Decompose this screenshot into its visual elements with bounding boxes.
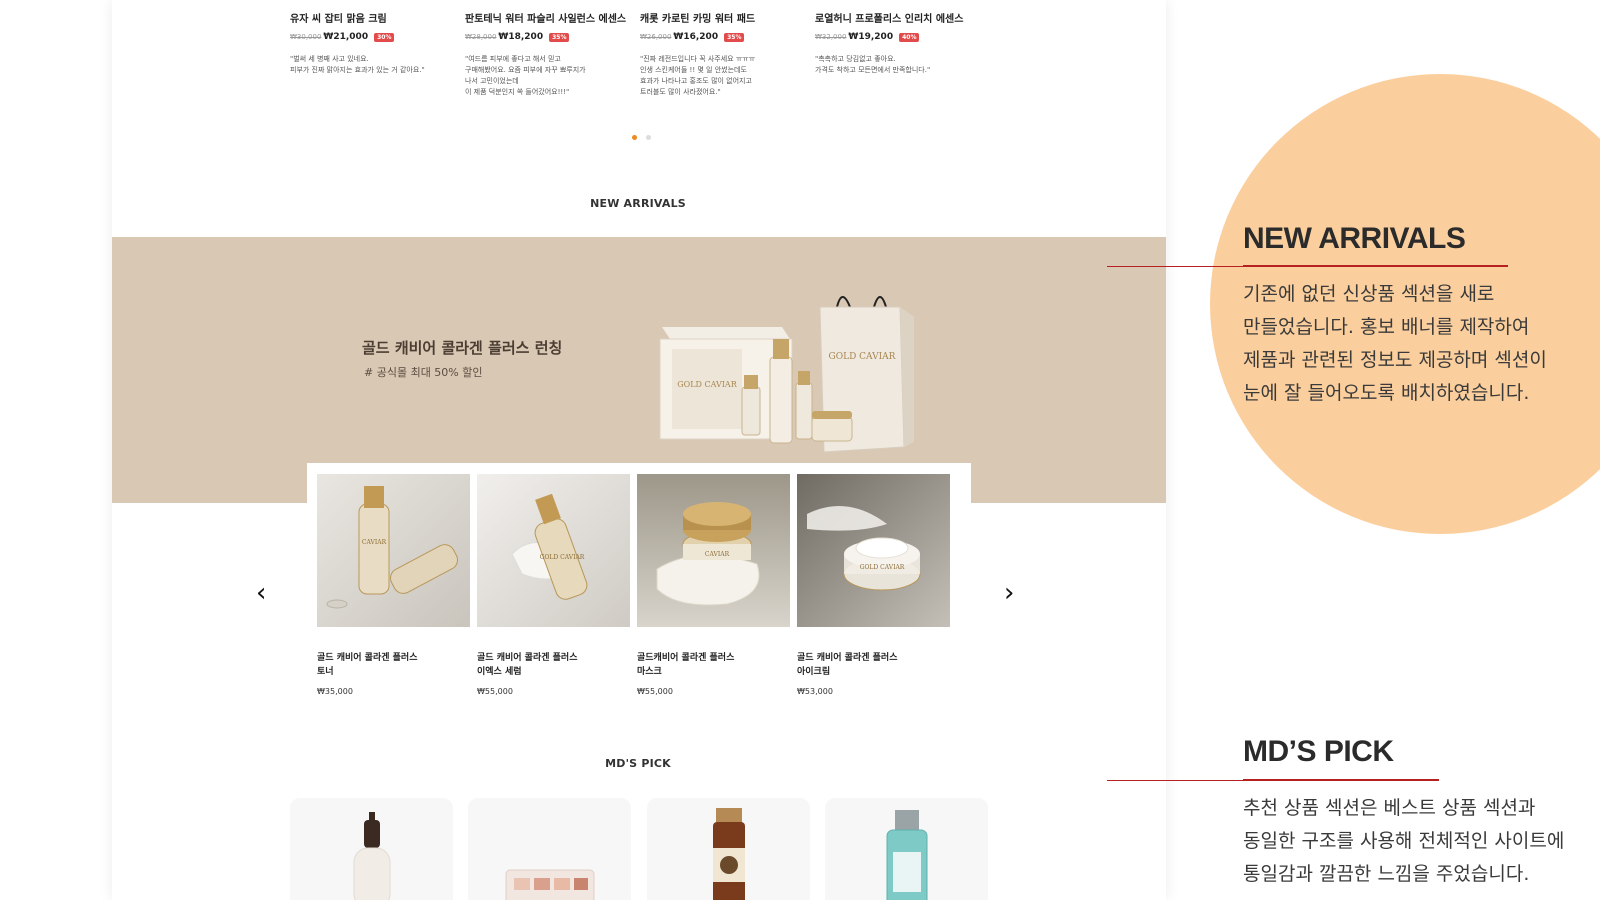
sale-price: ₩19,200	[848, 32, 894, 42]
website-mockup: 유자 씨 잡티 맑음 크림 ₩30,000 ₩21,000 30% "벌써 세 …	[112, 0, 1166, 900]
svg-text:GOLD CAVIAR: GOLD CAVIAR	[540, 554, 585, 561]
review-carousel: 유자 씨 잡티 맑음 크림 ₩30,000 ₩21,000 30% "벌써 세 …	[290, 10, 1010, 120]
review-card[interactable]: 유자 씨 잡티 맑음 크림 ₩30,000 ₩21,000 30% "벌써 세 …	[290, 10, 460, 76]
new-arrivals-slider: CAVIAR 골드 캐비어 콜라겐 플러스 토너 ₩35,000 GOLD CA…	[307, 463, 971, 703]
annotation-connector-line	[1107, 780, 1243, 781]
pagination-dot[interactable]	[646, 135, 651, 140]
product-price: ₩35,000	[317, 687, 353, 696]
annotation-underline	[1243, 265, 1508, 267]
product-name: 골드캐비어 콜라겐 플러스 마스크	[637, 653, 735, 677]
annotation-body-mds-pick: 추천 상품 섹션은 베스트 상품 섹션과 동일한 구조를 사용해 전체적인 사이…	[1243, 797, 1565, 885]
product-name: 골드 캐비어 콜라겐 플러스 토너	[317, 653, 418, 677]
product-image-essence	[713, 808, 745, 900]
box-brand-text: GOLD CAVIAR	[677, 380, 737, 389]
mds-pick-card[interactable]	[825, 798, 988, 900]
review-text: "여드름 피부에 좋다고 해서 믿고 구매해봤어요. 요즘 피부에 자꾸 뾰루지…	[465, 55, 586, 96]
product-image-ampoule	[353, 812, 391, 900]
product-card[interactable]: CAVIAR 골드캐비어 콜라겐 플러스 마스크 ₩55,000	[637, 474, 790, 696]
annotation-title-mds-pick: MD’S PICK	[1243, 735, 1394, 768]
original-price: ₩30,000	[290, 33, 322, 41]
review-text: "촉촉하고 당김없고 좋아요. 가격도 착하고 모든면에서 만족합니다."	[815, 55, 931, 74]
svg-text:CAVIAR: CAVIAR	[362, 539, 387, 546]
annotation-underline	[1243, 779, 1439, 781]
review-card[interactable]: 로열허니 프로폴리스 인리치 에센스 ₩32,000 ₩19,200 40% "…	[815, 10, 985, 76]
review-price: ₩28,000 ₩18,200 35%	[465, 32, 635, 42]
product-card[interactable]: CAVIAR 골드 캐비어 콜라겐 플러스 토너 ₩35,000	[317, 474, 470, 696]
annotation-body-new-arrivals: 기존에 없던 신상품 섹션을 새로 만들었습니다. 홍보 배너를 제작하여 제품…	[1243, 283, 1547, 404]
review-price: ₩30,000 ₩21,000 30%	[290, 32, 460, 42]
banner-title: 골드 캐비어 콜라겐 플러스 런칭	[362, 339, 563, 357]
svg-text:GOLD CAVIAR: GOLD CAVIAR	[860, 564, 905, 571]
product-image-serum: GOLD CAVIAR	[477, 474, 630, 627]
product-image-toner-bottle	[886, 810, 928, 900]
review-text: "벌써 세 병째 사고 있네요. 피부가 진짜 맑아지는 효과가 있는 거 같아…	[290, 55, 425, 74]
review-product-name: 로열허니 프로폴리스 인리치 에센스	[815, 14, 964, 25]
carousel-pagination	[632, 135, 651, 140]
discount-badge: 30%	[374, 32, 395, 42]
review-product-name: 판토테닉 워터 파슬리 사일런스 에센스	[465, 14, 627, 25]
annotation-connector-line	[1107, 266, 1243, 267]
product-image-eye-cream: GOLD CAVIAR	[797, 474, 950, 627]
product-name: 골드 캐비어 콜라겐 플러스 아이크림	[797, 653, 898, 677]
pagination-dot-active[interactable]	[632, 135, 637, 140]
original-price: ₩32,000	[815, 33, 847, 41]
review-text: "진짜 레전드입니다 꼭 사주세요 ㅠㅠㅠ 인생 스킨케어들 !! 몇 일 안썼…	[640, 55, 756, 96]
gold-caviar-set-image: GOLD CAVIAR GOLD CAVIAR	[659, 296, 914, 453]
review-card[interactable]: 캐롯 카로틴 카밍 워터 패드 ₩26,000 ₩16,200 35% "진짜 …	[640, 10, 810, 98]
annotation-title-new-arrivals: NEW ARRIVALS	[1243, 222, 1466, 255]
original-price: ₩28,000	[465, 33, 497, 41]
section-title-new-arrivals: NEW ARRIVALS	[590, 197, 686, 210]
review-product-name: 캐롯 카로틴 카밍 워터 패드	[640, 14, 756, 25]
discount-badge: 35%	[724, 32, 745, 42]
sale-price: ₩18,200	[498, 32, 544, 42]
product-price: ₩55,000	[637, 687, 673, 696]
svg-text:CAVIAR: CAVIAR	[705, 551, 730, 558]
discount-badge: 35%	[549, 32, 570, 42]
review-product-name: 유자 씨 잡티 맑음 크림	[290, 14, 387, 25]
product-image-mask: CAVIAR	[637, 474, 790, 627]
sale-price: ₩16,200	[673, 32, 719, 42]
product-image-toner: CAVIAR	[317, 474, 470, 627]
sale-price: ₩21,000	[323, 32, 369, 42]
mds-pick-card[interactable]	[647, 798, 810, 900]
banner-subtitle: # 공식몰 최대 50% 할인	[364, 366, 483, 379]
slider-prev-arrow-icon[interactable]: ‹	[256, 580, 266, 606]
mds-pick-card[interactable]	[290, 798, 453, 900]
review-price: ₩26,000 ₩16,200 35%	[640, 32, 810, 42]
mds-pick-card[interactable]	[468, 798, 631, 900]
discount-badge: 40%	[899, 32, 920, 42]
slider-next-arrow-icon[interactable]: ›	[1004, 580, 1014, 606]
review-card[interactable]: 판토테닉 워터 파슬리 사일런스 에센스 ₩28,000 ₩18,200 35%…	[465, 10, 635, 98]
section-title-mds-pick: MD'S PICK	[605, 757, 671, 770]
product-price: ₩55,000	[477, 687, 513, 696]
product-name: 골드 캐비어 콜라겐 플러스 이엑스 세럼	[477, 653, 578, 677]
product-card[interactable]: GOLD CAVIAR 골드 캐비어 콜라겐 플러스 이엑스 세럼 ₩55,00…	[477, 474, 630, 696]
product-card[interactable]: GOLD CAVIAR 골드 캐비어 콜라겐 플러스 아이크림 ₩53,000	[797, 474, 950, 696]
product-price: ₩53,000	[797, 687, 833, 696]
product-image-eyeshadow-palette	[505, 869, 595, 900]
bag-brand-text: GOLD CAVIAR	[829, 352, 896, 362]
review-price: ₩32,000 ₩19,200 40%	[815, 32, 985, 42]
original-price: ₩26,000	[640, 33, 672, 41]
